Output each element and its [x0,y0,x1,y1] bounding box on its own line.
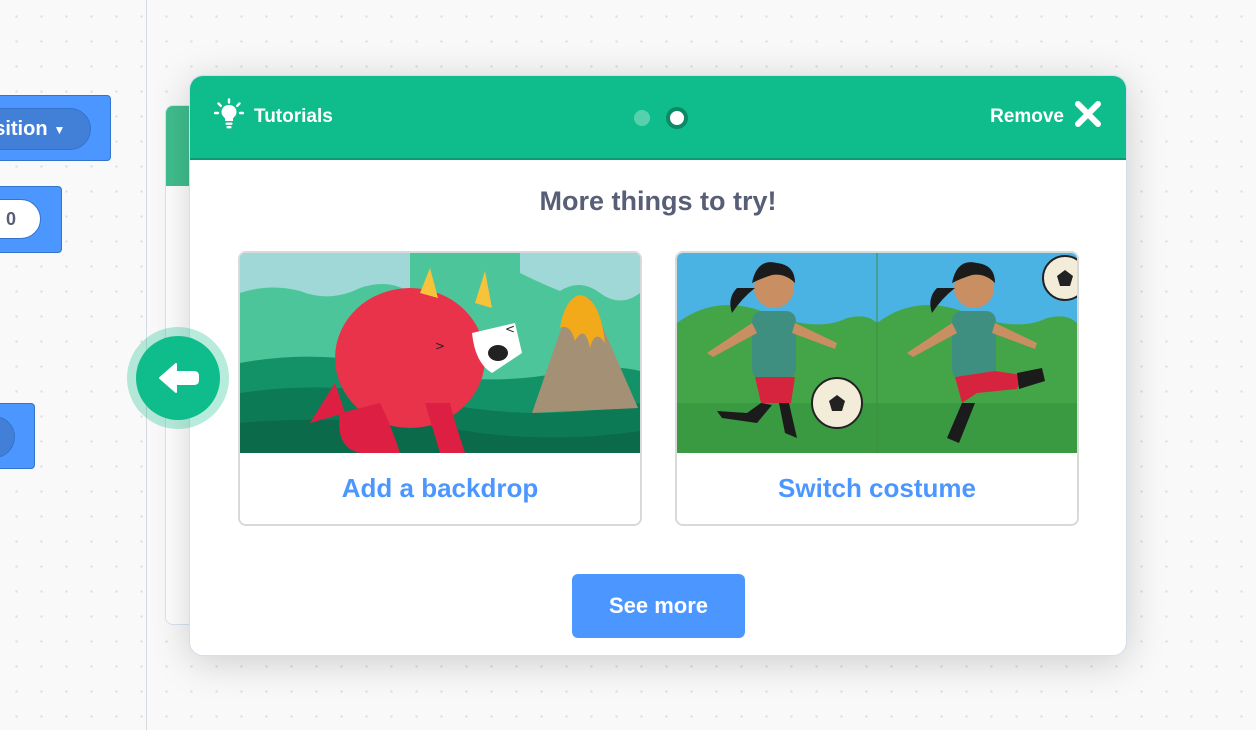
chevron-down-icon: ▼ [53,122,66,137]
tile-label-add-backdrop: Add a backdrop [341,473,539,503]
remove-button[interactable]: Remove [990,100,1102,134]
remove-label: Remove [990,106,1064,127]
card-title: More things to try! [539,186,777,216]
step-indicator [634,107,688,129]
tutorial-tile-switch-costume[interactable]: Switch costume [675,251,1079,526]
step-dot-1[interactable] [634,110,650,126]
chevron-down-icon[interactable]: ▼ [0,416,15,458]
costume-soccer-illustration [677,253,1077,453]
number-input[interactable]: 0 [0,199,41,239]
svg-text:>: > [435,339,445,353]
lightbulb-icon [213,98,254,136]
motion-block-value[interactable]: 0 [0,186,62,253]
close-icon [1064,100,1102,134]
position-dropdown-label: osition [0,118,48,140]
tile-label-switch-costume: Switch costume [778,473,976,503]
tutorial-card-header: Tutorials Remove [190,76,1126,160]
motion-block-go-to[interactable]: osition ▼ [0,95,111,161]
backdrop-dinosaur-illustration: > < [240,253,640,453]
motion-block-dropdown[interactable]: ▼ [0,403,35,469]
step-dot-2-active[interactable] [666,107,688,129]
svg-text:<: < [505,322,515,336]
back-arrow-icon [136,336,220,420]
tutorial-card: Tutorials Remove More things to try! > <… [189,75,1127,656]
tutorials-label: Tutorials [254,106,333,127]
tutorials-button[interactable]: Tutorials [213,98,333,136]
back-arrow-button[interactable] [127,327,229,429]
see-more-button[interactable]: See more [572,574,745,638]
position-dropdown[interactable]: osition ▼ [0,108,91,150]
tutorial-tile-add-backdrop[interactable]: > < Add a backdrop [238,251,642,526]
